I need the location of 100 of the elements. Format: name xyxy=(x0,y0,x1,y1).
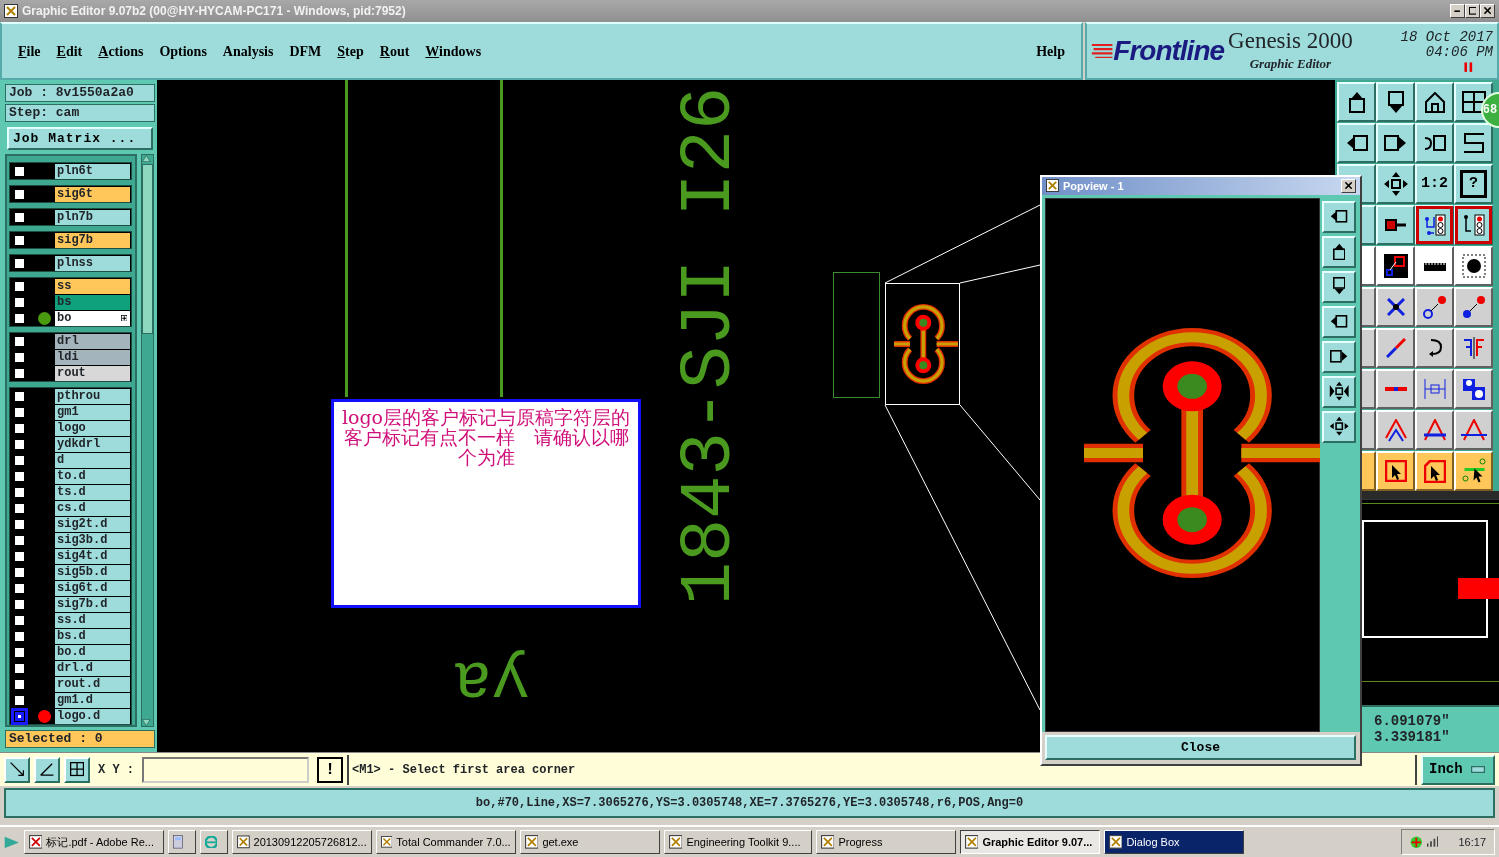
taskbar-button[interactable]: Graphic Editor 9.07... xyxy=(959,830,1100,854)
layer-checkbox[interactable] xyxy=(14,630,25,642)
layer-checkbox[interactable] xyxy=(14,598,25,610)
tool-button[interactable] xyxy=(1322,410,1356,443)
tool-button[interactable] xyxy=(1376,451,1415,491)
taskbar-button[interactable]: get.exe xyxy=(519,830,660,854)
tool-button[interactable] xyxy=(1415,82,1454,122)
layer-checkbox[interactable] xyxy=(14,710,25,722)
tool-button[interactable] xyxy=(1322,305,1356,338)
layer-name[interactable]: ldi xyxy=(55,349,131,365)
layer-name[interactable]: sig6t xyxy=(55,186,131,202)
taskbar-button[interactable]: Total Commander 7.0... xyxy=(375,830,516,854)
layer-name[interactable]: drl.d xyxy=(55,660,131,676)
taskbar-button[interactable] xyxy=(167,830,196,854)
taskbar-button[interactable]: Progress xyxy=(815,830,956,854)
layer-name[interactable]: sig2t.d xyxy=(55,516,131,532)
taskbar-button[interactable]: 标记.pdf - Adobe Re... xyxy=(23,830,164,854)
layer-name[interactable]: logo.d xyxy=(55,708,131,724)
units-dropdown[interactable]: Inch xyxy=(1421,754,1495,785)
layer-checkbox[interactable] xyxy=(14,582,25,594)
tool-button[interactable] xyxy=(1376,164,1415,204)
tool-button[interactable] xyxy=(1454,328,1493,368)
tool-button[interactable] xyxy=(1454,287,1493,327)
maximize-button[interactable] xyxy=(1465,4,1480,18)
tool-button[interactable] xyxy=(1376,328,1415,368)
tool-button[interactable] xyxy=(1376,246,1415,286)
coordinate-input[interactable] xyxy=(142,756,309,783)
tool-button[interactable] xyxy=(1454,123,1493,163)
tool-button[interactable] xyxy=(1415,369,1454,409)
layer-checkbox[interactable] xyxy=(14,438,25,450)
layer-name[interactable]: gm1 xyxy=(55,404,131,420)
tool-button[interactable] xyxy=(34,756,60,783)
tool-button[interactable]: ? xyxy=(1454,164,1493,204)
tool-button[interactable] xyxy=(1322,200,1356,233)
tool-button[interactable] xyxy=(1376,287,1415,327)
tool-button[interactable] xyxy=(1415,451,1454,491)
menu-item[interactable]: Analysis xyxy=(214,40,282,62)
layer-checkbox[interactable] xyxy=(14,211,25,223)
help-menu[interactable]: Help xyxy=(1028,40,1073,62)
layer-checkbox[interactable] xyxy=(14,165,25,177)
tool-button[interactable] xyxy=(4,756,30,783)
layer-checkbox[interactable] xyxy=(14,296,25,308)
layer-checkbox[interactable] xyxy=(14,422,25,434)
menu-item[interactable]: Windows xyxy=(417,40,490,62)
layer-checkbox[interactable] xyxy=(14,280,25,292)
layer-checkbox[interactable] xyxy=(14,614,25,626)
confirm-button[interactable]: ! xyxy=(317,756,343,783)
layer-name[interactable]: ts.d xyxy=(55,484,131,500)
layer-checkbox[interactable] xyxy=(14,550,25,562)
layer-name[interactable]: ss xyxy=(55,278,131,294)
job-matrix-button[interactable]: Job Matrix ... xyxy=(7,127,153,150)
tool-button[interactable] xyxy=(1454,205,1493,245)
menu-item[interactable]: Rout xyxy=(371,40,418,62)
layer-checkbox[interactable] xyxy=(14,312,25,324)
layer-name[interactable]: bs xyxy=(55,294,131,310)
layer-name[interactable]: bo.d xyxy=(55,644,131,660)
layer-row[interactable]: bo xyxy=(55,310,131,326)
layer-checkbox[interactable] xyxy=(14,678,25,690)
layer-checkbox[interactable] xyxy=(14,257,25,269)
layer-name[interactable]: sig4t.d xyxy=(55,548,131,564)
layer-name[interactable]: d xyxy=(55,452,131,468)
layer-name[interactable]: ss.d xyxy=(55,612,131,628)
tool-button[interactable] xyxy=(1322,270,1356,303)
layer-checkbox[interactable] xyxy=(14,367,25,379)
layer-name[interactable]: sig5b.d xyxy=(55,564,131,580)
menu-item[interactable]: Step xyxy=(329,40,372,62)
popview-close-button[interactable]: Close xyxy=(1045,734,1356,760)
tool-button[interactable] xyxy=(1454,451,1493,491)
close-button[interactable] xyxy=(1341,178,1356,193)
taskbar-button[interactable]: 20130912205726812... xyxy=(231,830,372,854)
layer-name[interactable]: ydkdrl xyxy=(55,436,131,452)
taskbar-button[interactable]: Dialog Box xyxy=(1103,830,1244,854)
tool-button[interactable] xyxy=(1376,82,1415,122)
taskbar-button[interactable] xyxy=(199,830,228,854)
minimize-button[interactable] xyxy=(1450,4,1465,18)
layer-checkbox[interactable] xyxy=(14,566,25,578)
tool-button[interactable] xyxy=(1376,205,1415,245)
menu-item[interactable]: Options xyxy=(151,40,215,62)
tool-button[interactable] xyxy=(64,756,90,783)
tool-button[interactable] xyxy=(1322,235,1356,268)
taskbar-button[interactable]: Engineering Toolkit 9.... xyxy=(663,830,812,854)
layer-checkbox[interactable] xyxy=(14,694,25,706)
tool-button[interactable] xyxy=(1415,287,1454,327)
layer-name[interactable]: logo xyxy=(55,420,131,436)
layer-name[interactable]: rout xyxy=(55,365,131,381)
layer-name[interactable]: sig7b xyxy=(55,232,131,248)
layer-checkbox[interactable] xyxy=(14,518,25,530)
scrollbar[interactable] xyxy=(141,154,154,727)
layer-name[interactable]: sig3b.d xyxy=(55,532,131,548)
tool-button[interactable] xyxy=(1322,375,1356,408)
layer-name[interactable]: pthrou xyxy=(55,388,131,404)
menu-item[interactable]: File xyxy=(10,40,49,62)
tool-button[interactable] xyxy=(1415,205,1454,245)
layer-checkbox[interactable] xyxy=(14,188,25,200)
tool-button[interactable] xyxy=(1454,246,1493,286)
tool-button[interactable] xyxy=(1454,410,1493,450)
layer-checkbox[interactable] xyxy=(14,335,25,347)
layer-checkbox[interactable] xyxy=(14,470,25,482)
layer-name[interactable]: drl xyxy=(55,333,131,349)
layer-checkbox[interactable] xyxy=(14,534,25,546)
